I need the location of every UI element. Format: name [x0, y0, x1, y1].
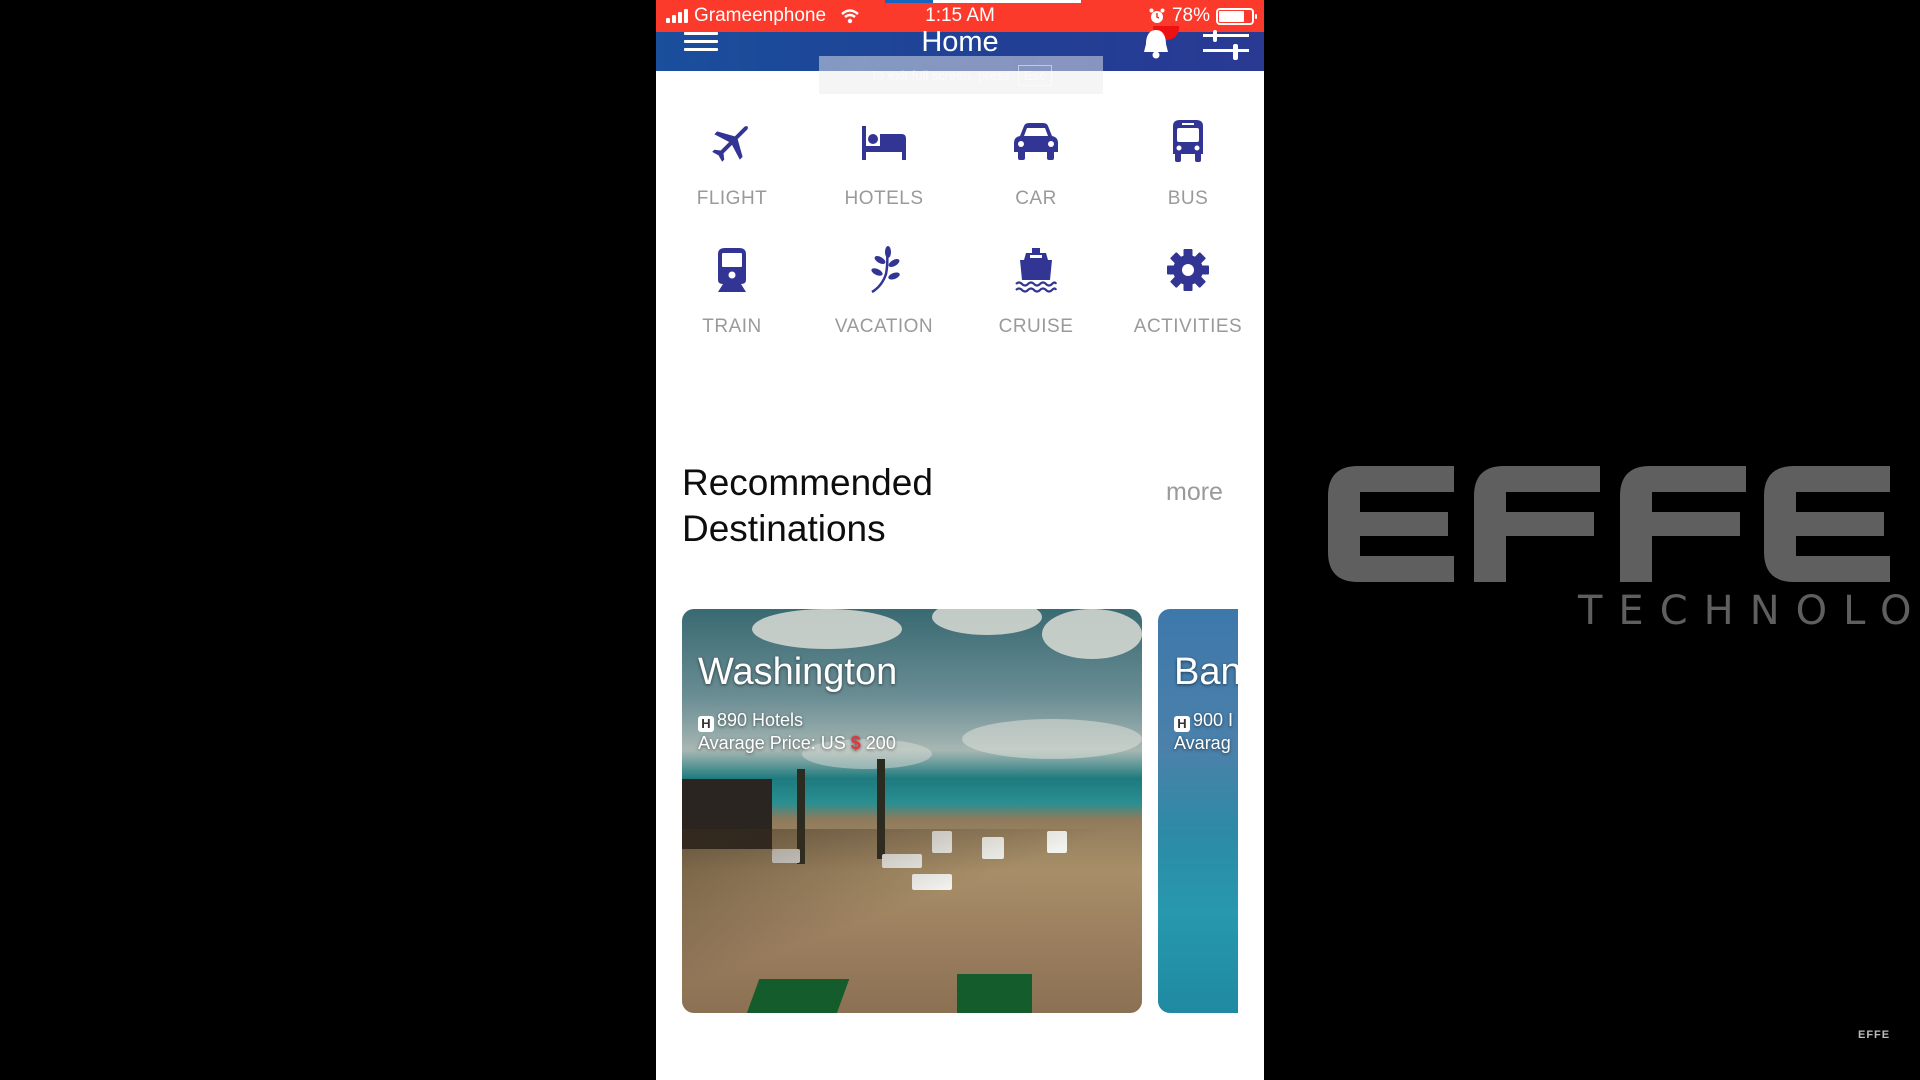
section-title: Recommended Destinations [682, 460, 933, 552]
leaf-icon [871, 246, 900, 294]
service-bus[interactable]: BUS [1112, 118, 1264, 246]
battery-icon [1216, 7, 1257, 25]
battery-percent: 78% [1171, 5, 1210, 26]
phone-screen: Grameenphone 1:15 AM 78% Home To exit fu… [656, 0, 1264, 1080]
service-label: BUS [1167, 188, 1209, 209]
destination-card[interactable]: Washington H 890 Hotels Avarage Price: US… [682, 609, 1142, 1013]
services-grid: FLIGHT HOTELS CAR BUS TRAIN VACATION CRU… [656, 118, 1264, 374]
service-car[interactable]: CAR [960, 118, 1112, 246]
card-price: 200 [865, 733, 896, 753]
fullscreen-hint: To exit full screen, press Esc [819, 56, 1103, 94]
hotel-icon: H [1174, 716, 1190, 732]
watermark-logo: EFFE [1858, 1029, 1891, 1041]
alarm-icon [1149, 8, 1165, 23]
bus-icon [1173, 120, 1203, 162]
bell-icon[interactable] [1139, 28, 1173, 60]
service-label: CRUISE [998, 316, 1074, 337]
service-train[interactable]: TRAIN [656, 246, 808, 374]
service-label: ACTIVITIES [1133, 316, 1243, 337]
service-label: VACATION [834, 316, 934, 337]
dollar-icon: $ [850, 733, 861, 753]
loading-strip [885, 0, 1081, 3]
more-link[interactable]: more [1166, 478, 1223, 507]
esc-key-hint: Esc [1017, 64, 1052, 86]
card-hotels: 890 Hotels [717, 710, 804, 730]
service-label: CAR [1015, 188, 1057, 209]
bed-icon [862, 126, 906, 160]
card-city: Ban [1174, 651, 1238, 693]
card-price-prefix: Avarage Price: US [698, 733, 846, 753]
service-vacation[interactable]: VACATION [808, 246, 960, 374]
destination-card[interactable]: Ban H 900 I Avarag [1158, 609, 1238, 1013]
fullscreen-hint-text: To exit full screen, press [870, 67, 1010, 83]
card-hotels: 900 I [1193, 710, 1234, 730]
hotel-icon: H [698, 716, 714, 732]
sliders-icon[interactable] [1203, 30, 1249, 60]
service-hotels[interactable]: HOTELS [808, 118, 960, 246]
service-label: FLIGHT [696, 188, 768, 209]
service-label: HOTELS [844, 188, 924, 209]
airplane-icon [712, 126, 748, 162]
section-title-line2: Destinations [682, 508, 886, 549]
gear-icon [1167, 249, 1209, 291]
card-price-prefix: Avarag [1174, 733, 1231, 753]
service-label: TRAIN [702, 316, 762, 337]
service-flight[interactable]: FLIGHT [656, 118, 808, 246]
train-icon [718, 248, 746, 292]
logo-tagline: TECHNOLOGY [1578, 588, 1920, 634]
car-icon [1014, 123, 1058, 160]
service-cruise[interactable]: CRUISE [960, 246, 1112, 374]
effe-logo [1328, 466, 1890, 582]
card-city: Washington [698, 651, 898, 693]
ship-icon [1015, 248, 1058, 293]
service-activities[interactable]: ACTIVITIES [1112, 246, 1264, 374]
section-title-line1: Recommended [682, 462, 933, 503]
